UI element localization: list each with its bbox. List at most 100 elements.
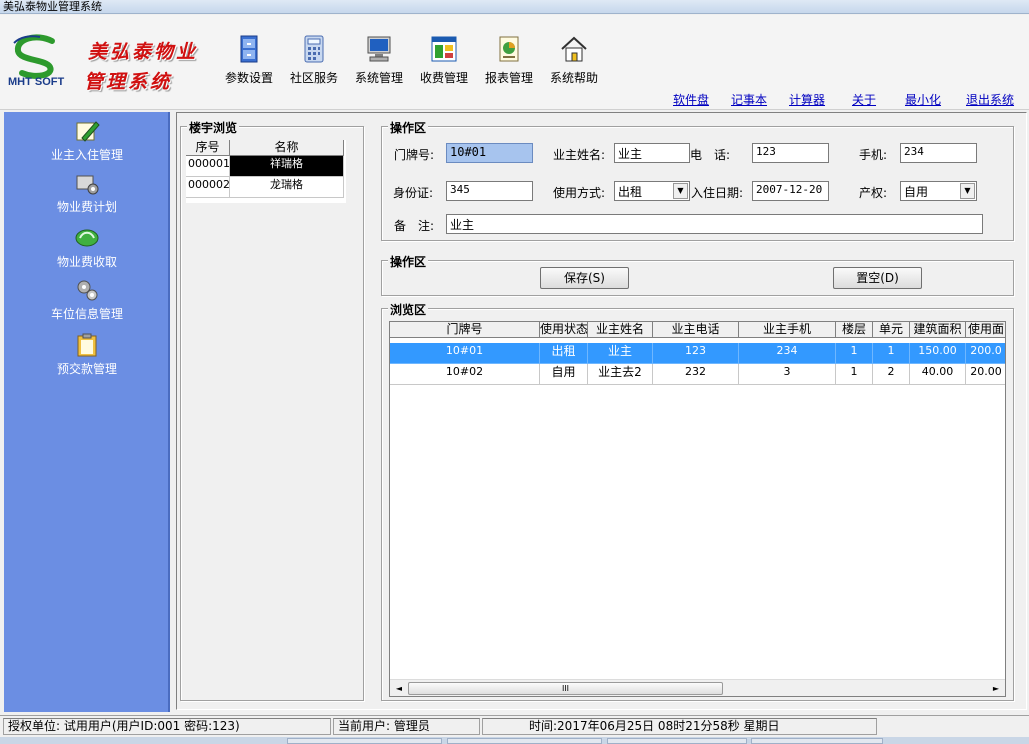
clear-button[interactable]: 置空(D) [833, 267, 922, 289]
sidebar-item-label: 业主入住管理 [50, 148, 123, 162]
sidebar-item-fee-plan[interactable]: 物业费计划 [4, 170, 170, 215]
group-title: 操作区 [388, 119, 429, 136]
toolbar-label: 参数设置 [224, 71, 273, 85]
grid-header[interactable]: 业主手机 [739, 322, 836, 338]
toolbar-fee-management[interactable]: 收费管理 [414, 33, 474, 89]
note-input[interactable]: 业主 [446, 214, 983, 234]
logo-text: MHT SOFT [8, 76, 65, 88]
usage-select[interactable]: 出租 ▼ [614, 181, 690, 201]
brand-line-2: 管理系统 [84, 71, 173, 93]
scroll-right-icon[interactable]: ► [989, 682, 1003, 695]
cell-phone: 232 [653, 364, 739, 385]
sidebar-item-prepayment[interactable]: 预交款管理 [4, 332, 170, 377]
table-row-id[interactable]: 000002 [186, 177, 230, 198]
toolbar-report-management[interactable]: 报表管理 [479, 33, 539, 89]
taskbar-button[interactable] [287, 738, 442, 744]
toolbar-param-settings[interactable]: 参数设置 [219, 33, 279, 89]
sidebar-item-parking[interactable]: 车位信息管理 [4, 277, 170, 322]
grid-header[interactable]: 名称 [230, 140, 344, 156]
window-titlebar[interactable]: 美弘泰物业管理系统 [0, 0, 1029, 14]
link-about[interactable]: 关于 [852, 91, 876, 108]
table-row-name-selected[interactable]: 祥瑞格 [230, 156, 344, 177]
cell-status: 出租 [540, 343, 588, 364]
sidebar-item-label: 物业费收取 [56, 255, 117, 269]
scroll-thumb[interactable]: III [408, 682, 723, 695]
gear-printer-icon [76, 175, 99, 195]
cell-build-area: 150.00 [910, 343, 966, 364]
sidebar-item-label: 预交款管理 [56, 362, 117, 376]
note-label: 备 注: [394, 219, 435, 233]
window-title: 美弘泰物业管理系统 [3, 0, 102, 13]
taskbar-button[interactable] [447, 738, 602, 744]
link-soft-keyboard[interactable]: 软件盘 [673, 91, 709, 108]
records-grid: 门牌号 使用状态 业主姓名 业主电话 业主手机 楼层 单元 建筑面积 使用面 1… [389, 321, 1006, 697]
status-time: 时间:2017年06月25日 08时21分58秒 星期日 [482, 718, 877, 735]
sidebar-item-owner-checkin[interactable]: 业主入住管理 [4, 118, 170, 163]
toolbar-label: 社区服务 [289, 71, 338, 85]
grid-header[interactable]: 建筑面积 [910, 322, 966, 338]
grid-header[interactable]: 业主电话 [653, 322, 739, 338]
link-minimize[interactable]: 最小化 [905, 91, 941, 108]
cell-unit: 2 [873, 364, 910, 385]
toolbar-label: 收费管理 [419, 71, 468, 85]
taskbar-button[interactable] [751, 738, 883, 744]
toolbar-label: 系统帮助 [549, 71, 598, 85]
grid-header[interactable]: 门牌号 [390, 322, 540, 338]
link-calculator[interactable]: 计算器 [789, 91, 825, 108]
owner-name-input[interactable]: 业主 [614, 143, 690, 163]
horizontal-scrollbar[interactable]: ◄ III ► [390, 679, 1005, 696]
toolbar-community-service[interactable]: 社区服务 [284, 33, 344, 89]
sidebar-item-label: 物业费计划 [56, 200, 117, 214]
save-button[interactable]: 保存(S) [540, 267, 629, 289]
table-row-id[interactable]: 000001 [186, 156, 230, 177]
chevron-down-icon[interactable]: ▼ [960, 183, 975, 199]
mobile-input[interactable]: 234 [900, 143, 977, 163]
status-auth: 授权单位: 试用用户(用户ID:001 密码:123) [3, 718, 331, 735]
sidebar: 业主入住管理 物业费计划 物业费收取 车位信息管理 预交款管理 [4, 112, 170, 712]
computer-icon [367, 36, 391, 62]
property-right-selected-value: 自用 [904, 185, 929, 199]
gears-icon [77, 280, 98, 301]
table-row[interactable]: 10#02 自用 业主去2 232 3 1 2 40.00 20.00 [390, 364, 1005, 385]
app-header: MHT SOFT 美弘泰物业 管理系统 参数设置 社区服务 系统管理 收费管理 … [0, 15, 1029, 110]
table-row-selected[interactable]: 10#01 出租 业主 123 234 1 1 150.00 200.0 [390, 343, 1005, 364]
move-in-date-label: 入住日期: [691, 186, 744, 200]
main-area: 楼宇浏览 序号 名称 000001 祥瑞格 000002 龙瑞格 操作区 门牌号… [172, 112, 1027, 712]
grid-header[interactable]: 楼层 [836, 322, 873, 338]
pen-icon [76, 121, 100, 142]
owner-name-label: 业主姓名: [553, 148, 606, 162]
scroll-left-icon[interactable]: ◄ [392, 682, 406, 695]
grid-header[interactable]: 使用状态 [540, 322, 588, 338]
grid-header[interactable]: 使用面 [966, 322, 1005, 338]
sidebar-item-fee-collection[interactable]: 物业费收取 [4, 225, 170, 270]
toolbar-system-management[interactable]: 系统管理 [349, 33, 409, 89]
phone-input[interactable]: 123 [752, 143, 829, 163]
group-title: 浏览区 [388, 301, 429, 318]
taskbar-button[interactable] [607, 738, 747, 744]
grid-header[interactable]: 序号 [186, 140, 230, 156]
cell-owner: 业主去2 [588, 364, 653, 385]
sidebar-item-label: 车位信息管理 [50, 307, 123, 321]
status-bar: 授权单位: 试用用户(用户ID:001 密码:123) 当前用户: 管理员 时间… [0, 715, 1029, 736]
id-card-input[interactable]: 345 [446, 181, 533, 201]
toolbar-system-help[interactable]: 系统帮助 [544, 33, 604, 89]
grid-header[interactable]: 单元 [873, 322, 910, 338]
cell-status: 自用 [540, 364, 588, 385]
door-number-input[interactable]: 10#01 [446, 143, 533, 163]
cabinet-icon [240, 35, 258, 63]
property-right-select[interactable]: 自用 ▼ [900, 181, 977, 201]
report-icon [499, 36, 519, 62]
cell-build-area: 40.00 [910, 364, 966, 385]
grid-header[interactable]: 业主姓名 [588, 322, 653, 338]
cell-mobile: 3 [739, 364, 836, 385]
phone-label: 电 话: [690, 148, 731, 162]
table-row-name[interactable]: 龙瑞格 [230, 177, 344, 198]
link-notepad[interactable]: 记事本 [731, 91, 767, 108]
link-exit[interactable]: 退出系统 [966, 91, 1014, 108]
window-icon [431, 36, 457, 62]
move-in-date-input[interactable]: 2007-12-20 [752, 181, 829, 201]
home-icon [561, 36, 587, 62]
chevron-down-icon[interactable]: ▼ [673, 183, 688, 199]
cell-use-area: 200.0 [966, 343, 1005, 364]
actions-group: 操作区 保存(S) 置空(D) [381, 253, 1014, 296]
